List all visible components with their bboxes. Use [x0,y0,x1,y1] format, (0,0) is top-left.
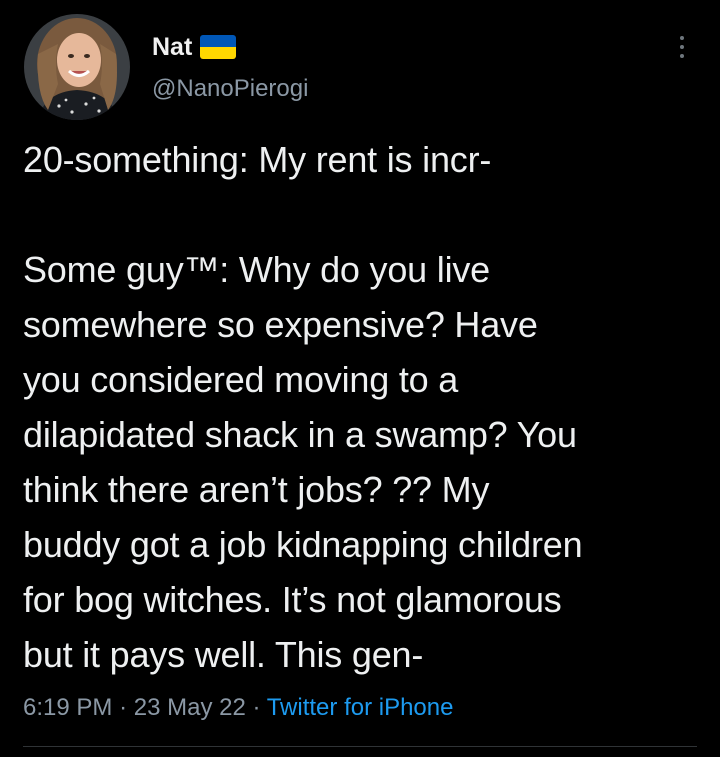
tweet-line: for bog witches. It’s not glamorous [23,579,562,620]
tweet-line: Some guy™: Why do you live [23,249,491,290]
display-name[interactable]: Nat [152,32,192,62]
avatar-image [24,14,130,120]
divider [23,746,697,747]
tweet-line: think there aren’t jobs? ?? My [23,469,490,510]
author-handle[interactable]: @NanoPierogi [152,74,308,104]
tweet-line: buddy got a job kidnapping children [23,524,583,565]
avatar[interactable] [24,14,130,120]
more-options-icon[interactable] [670,30,694,64]
tweet-date[interactable]: 23 May 22 [134,694,246,721]
tweet-line: but it pays well. This gen- [23,634,424,675]
dot [680,36,684,40]
tweet-line: 20-something: My rent is incr- [23,139,492,180]
dot [680,45,684,49]
meta-separator: · [252,694,261,721]
tweet-line: somewhere so expensive? Have [23,304,538,345]
tweet-meta: 6:19 PM · 23 May 22 · Twitter for iPhone [23,693,453,723]
dot [680,54,684,58]
tweet-line: dilapidated shack in a swamp? You [23,414,577,455]
tweet-source-link[interactable]: Twitter for iPhone [267,694,454,721]
meta-separator: · [119,694,128,721]
tweet-text: 20-something: My rent is incr- Some guy™… [23,132,698,682]
author-name-row[interactable]: Nat [152,32,237,62]
tweet-card: Nat @NanoPierogi 20-something: My rent i… [0,0,720,757]
ukraine-flag-icon [200,35,237,59]
tweet-time[interactable]: 6:19 PM [23,694,112,721]
tweet-line: you considered moving to a [23,359,459,400]
